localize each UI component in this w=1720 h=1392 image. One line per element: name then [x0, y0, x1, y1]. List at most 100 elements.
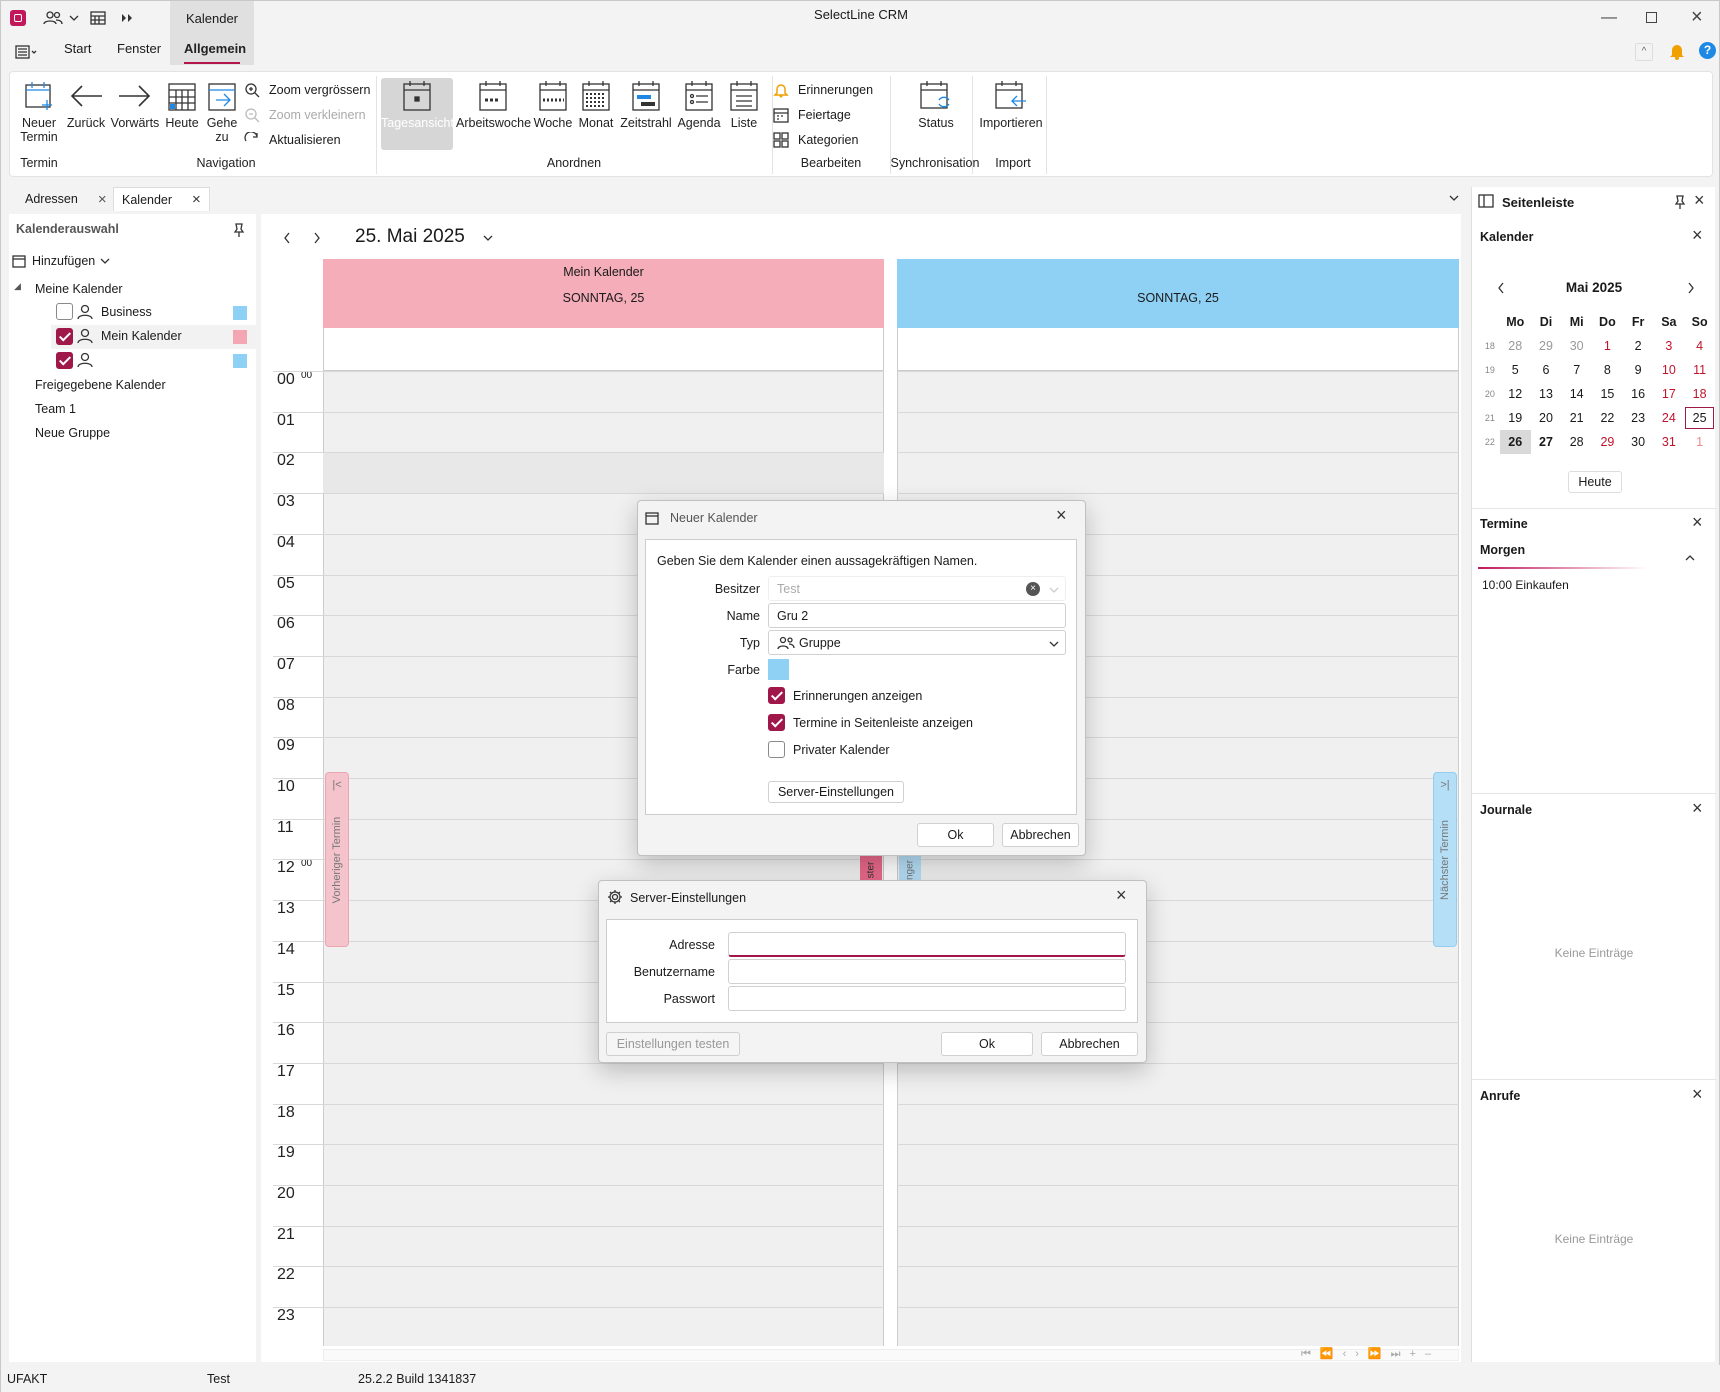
calendar-item-label[interactable]: Mein Kalender: [101, 329, 182, 343]
mini-cal-day[interactable]: 10: [1653, 358, 1684, 382]
mini-cal-day[interactable]: 27: [1531, 430, 1562, 454]
calendar-item-label[interactable]: Business: [101, 305, 152, 319]
mini-cal-day[interactable]: 21: [1561, 406, 1592, 430]
bell-icon[interactable]: [1668, 42, 1686, 60]
mini-cal-day[interactable]: 30: [1623, 430, 1654, 454]
doc-tab-adressen[interactable]: Adressen ×: [17, 187, 115, 211]
mini-cal-day[interactable]: 23: [1623, 406, 1654, 430]
team-node[interactable]: Team 1: [35, 402, 76, 416]
farbe-picker[interactable]: [768, 659, 789, 680]
unnamed-calendar-checkbox[interactable]: [56, 352, 73, 369]
freigegebene-node[interactable]: Freigegebene Kalender: [35, 378, 166, 392]
horizontal-scrollbar[interactable]: [323, 1349, 1459, 1361]
previous-appointment-tab[interactable]: |< Vorheriger Termin: [325, 772, 349, 947]
mini-cal-day[interactable]: 4: [1684, 334, 1715, 358]
chevron-down-icon[interactable]: [1448, 193, 1460, 203]
woche-button[interactable]: Woche: [532, 80, 574, 130]
passwort-input[interactable]: [728, 986, 1126, 1011]
menu-allgemein[interactable]: Allgemein: [184, 41, 246, 56]
pin-icon[interactable]: [1674, 195, 1686, 209]
ok-button[interactable]: Ok: [917, 823, 994, 847]
business-checkbox[interactable]: [56, 303, 73, 320]
close-window-button[interactable]: ×: [1691, 6, 1703, 29]
heute-button[interactable]: Heute: [162, 80, 202, 130]
aktualisieren-button[interactable]: Aktualisieren: [244, 132, 341, 148]
help-icon[interactable]: ?: [1699, 42, 1716, 59]
close-dialog-button[interactable]: ×: [1116, 885, 1127, 906]
mini-cal-day[interactable]: 1: [1592, 334, 1623, 358]
doc-tab-kalender[interactable]: Kalender ×: [113, 187, 210, 211]
mini-cal-day[interactable]: 16: [1623, 382, 1654, 406]
menu-fenster[interactable]: Fenster: [117, 41, 161, 56]
cancel-button[interactable]: Abbrechen: [1002, 823, 1079, 847]
zoom-in-button[interactable]: Zoom vergrössern: [244, 82, 370, 98]
mini-cal-day[interactable]: 26: [1499, 430, 1531, 454]
mini-cal-day[interactable]: 9: [1623, 358, 1654, 382]
mini-cal-day[interactable]: 13: [1531, 382, 1562, 406]
mini-cal-day[interactable]: 31: [1653, 430, 1684, 454]
mini-cal-day[interactable]: 5: [1500, 358, 1531, 382]
liste-button[interactable]: Liste: [724, 80, 764, 130]
next-appointment-tab[interactable]: >| Nächster Termin: [1433, 772, 1457, 947]
close-icon[interactable]: ×: [192, 191, 201, 208]
chevron-left-icon[interactable]: [1496, 281, 1506, 295]
clear-icon[interactable]: ×: [1026, 582, 1040, 596]
mini-cal-day[interactable]: 8: [1592, 358, 1623, 382]
feiertage-button[interactable]: Feiertage: [773, 107, 851, 123]
neuer-termin-button[interactable]: Neuer Termin: [14, 80, 64, 144]
mini-cal-day[interactable]: 24: [1653, 406, 1684, 430]
erinnerungen-checkbox[interactable]: [768, 687, 785, 704]
kategorien-button[interactable]: Kategorien: [773, 132, 858, 148]
morgen-header[interactable]: Morgen: [1480, 543, 1525, 557]
termine-checkbox-label[interactable]: Termine in Seitenleiste anzeigen: [793, 716, 973, 730]
name-input[interactable]: Gru 2: [768, 603, 1066, 628]
vorwaerts-button[interactable]: Vorwärts: [108, 80, 162, 130]
close-termine-section[interactable]: ×: [1692, 512, 1703, 533]
importieren-button[interactable]: Importieren: [976, 80, 1046, 130]
mini-cal-day[interactable]: 12: [1500, 382, 1531, 406]
close-sidebar-button[interactable]: ×: [1694, 190, 1705, 211]
mini-cal-day[interactable]: 20: [1531, 406, 1562, 430]
mein-kalender-checkbox[interactable]: [56, 328, 73, 345]
mini-cal-month[interactable]: Mai 2025: [1532, 280, 1656, 295]
collapse-icon[interactable]: ◢: [14, 281, 21, 292]
app-menu-icon[interactable]: [15, 45, 37, 59]
mini-cal-day[interactable]: 1: [1684, 430, 1715, 454]
chevron-right-icon[interactable]: [1686, 281, 1696, 295]
server-einstellungen-button[interactable]: Server-Einstellungen: [768, 781, 904, 803]
benutzername-input[interactable]: [728, 959, 1126, 984]
mini-cal-day[interactable]: 22: [1592, 406, 1623, 430]
adresse-input[interactable]: [728, 932, 1126, 957]
mini-cal-day[interactable]: 2: [1623, 334, 1654, 358]
mini-cal-day[interactable]: 19: [1500, 406, 1531, 430]
minimize-button[interactable]: —: [1601, 9, 1617, 27]
cancel-button[interactable]: Abbrechen: [1041, 1032, 1138, 1056]
close-dialog-button[interactable]: ×: [1056, 505, 1067, 526]
menu-start[interactable]: Start: [64, 41, 91, 56]
mini-cal-day[interactable]: 18: [1684, 382, 1715, 406]
close-kalender-section[interactable]: ×: [1692, 225, 1703, 246]
mini-cal-heute-button[interactable]: Heute: [1568, 471, 1622, 493]
arbeitswoche-button[interactable]: Arbeitswoche: [456, 80, 531, 130]
page-nav-icons[interactable]: ⏮⏪‹›⏩⏭+–: [1301, 1347, 1440, 1361]
mini-cal-day[interactable]: 29: [1531, 334, 1562, 358]
chevron-right-icon[interactable]: [312, 231, 322, 245]
erinnerungen-checkbox-label[interactable]: Erinnerungen anzeigen: [793, 689, 922, 703]
mini-cal-day[interactable]: 28: [1561, 430, 1592, 454]
agenda-button[interactable]: Agenda: [676, 80, 722, 130]
ok-button[interactable]: Ok: [941, 1032, 1033, 1056]
collapse-ribbon-button[interactable]: ^: [1635, 43, 1653, 61]
monat-button[interactable]: Monat: [576, 80, 616, 130]
meine-kalender-node[interactable]: Meine Kalender: [35, 282, 123, 296]
appointment-entry[interactable]: 10:00 Einkaufen: [1482, 578, 1569, 592]
chevron-left-icon[interactable]: [282, 231, 292, 245]
zeitstrahl-button[interactable]: Zeitstrahl: [618, 80, 674, 130]
chevron-down-icon[interactable]: [482, 233, 494, 243]
status-button[interactable]: Status: [900, 80, 972, 130]
mini-cal-day[interactable]: 14: [1561, 382, 1592, 406]
col2-allday-area[interactable]: [897, 328, 1459, 371]
maximize-button[interactable]: [1646, 12, 1657, 23]
date-title[interactable]: 25. Mai 2025: [355, 226, 465, 248]
termine-seitenleiste-checkbox[interactable]: [768, 714, 785, 731]
mini-cal-day[interactable]: 7: [1561, 358, 1592, 382]
